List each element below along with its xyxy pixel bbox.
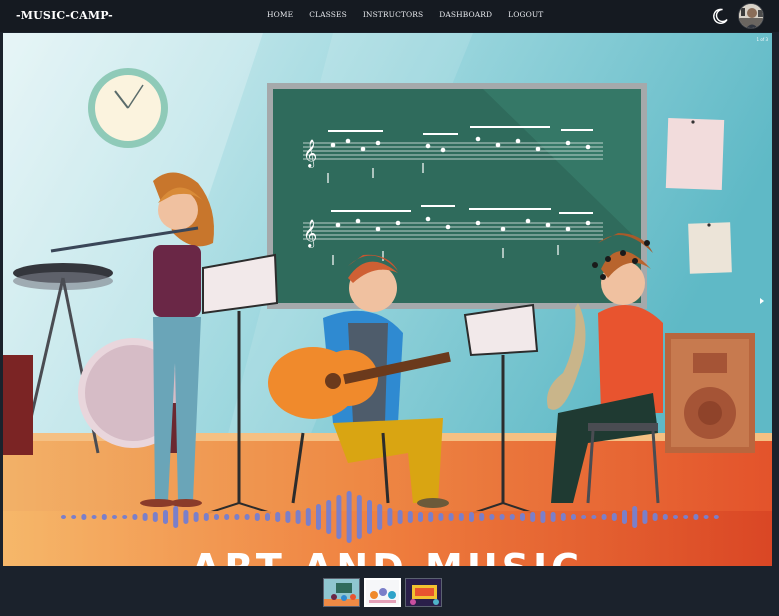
soundwave-bar — [448, 513, 454, 521]
soundwave-bar — [693, 514, 699, 520]
soundwave-bar — [101, 514, 107, 520]
brand-logo[interactable]: -MUSIC-CAMP- — [16, 9, 113, 22]
soundwave-bar — [132, 514, 138, 520]
soundwave-bar — [316, 504, 321, 530]
soundwave-bar — [305, 508, 311, 526]
soundwave-bar — [367, 500, 372, 534]
soundwave-bar — [458, 513, 464, 521]
chevron-right-icon[interactable] — [758, 297, 766, 305]
soundwave-bar — [203, 513, 209, 521]
soundwave-bar — [540, 511, 546, 523]
soundwave-bar — [622, 510, 627, 524]
wall-clock — [88, 68, 168, 148]
nav-logout[interactable]: LOGOUT — [508, 10, 543, 19]
navbar: -MUSIC-CAMP- HOME CLASSES INSTRUCTORS DA… — [0, 0, 779, 32]
soundwave-bar — [377, 504, 383, 530]
soundwave-bar — [499, 514, 505, 520]
soundwave-bar — [713, 515, 719, 519]
user-avatar[interactable] — [738, 3, 764, 29]
soundwave-bar — [356, 495, 362, 539]
sticky-note — [688, 222, 732, 274]
soundwave-bar — [224, 514, 230, 520]
soundwave-bar — [285, 511, 291, 523]
hero-carousel[interactable]: 𝄞 𝄞 1 of 3 — [3, 33, 772, 566]
soundwave-bar — [469, 512, 474, 522]
soundwave-bar — [214, 514, 219, 520]
moon-icon[interactable] — [710, 6, 730, 26]
soundwave-bar — [122, 515, 128, 519]
soundwave-bar — [275, 512, 281, 522]
soundwave-bar — [295, 510, 301, 524]
soundwave-bar — [703, 515, 709, 519]
soundwave-bar — [71, 515, 77, 519]
soundwave-bar — [642, 510, 648, 524]
nav-links: HOME CLASSES INSTRUCTORS DASHBOARD LOGOU… — [267, 10, 559, 19]
soundwave-bar — [163, 510, 168, 524]
soundwave-bar — [407, 511, 413, 523]
soundwave-bar — [193, 512, 199, 522]
music-class-illustration: 𝄞 𝄞 — [3, 33, 772, 566]
chalkboard: 𝄞 𝄞 — [267, 83, 647, 309]
soundwave-bar — [254, 513, 260, 521]
slide-counter: 1 of 3 — [756, 37, 769, 42]
soundwave-bar — [418, 512, 423, 522]
svg-text:𝄞: 𝄞 — [303, 139, 317, 168]
soundwave-bar — [61, 515, 66, 519]
soundwave-bar — [173, 506, 179, 528]
thumbnail-3[interactable] — [405, 578, 442, 607]
soundwave-bar — [397, 510, 403, 524]
soundwave-bar — [479, 513, 485, 521]
soundwave-bar — [326, 500, 332, 534]
soundwave-bar — [652, 513, 658, 521]
soundwave-bar — [550, 512, 556, 522]
nav-dashboard[interactable]: DASHBOARD — [439, 10, 492, 19]
soundwave-bar — [244, 514, 250, 520]
soundwave-bar — [571, 514, 576, 520]
soundwave-bar — [673, 515, 678, 519]
soundwave-bar — [265, 513, 270, 521]
soundwave-bar — [509, 514, 515, 520]
thumbnail-2[interactable] — [364, 578, 401, 607]
soundwave-bar — [520, 513, 525, 521]
soundwave-bar — [387, 508, 393, 526]
soundwave-bar — [581, 515, 587, 519]
thumbnail-strip — [323, 578, 442, 607]
soundwave-bar — [560, 513, 566, 521]
nav-home[interactable]: HOME — [267, 10, 293, 19]
soundwave-bar — [611, 513, 617, 521]
soundwave-bar — [183, 510, 189, 524]
soundwave-bar — [438, 513, 444, 521]
soundwave-bar — [81, 514, 87, 520]
speaker — [665, 333, 755, 453]
nav-instructors[interactable]: INSTRUCTORS — [363, 10, 423, 19]
soundwave-bar — [683, 515, 689, 519]
soundwave-bar — [152, 512, 158, 522]
svg-text:𝄞: 𝄞 — [303, 219, 317, 248]
soundwave-bar — [142, 513, 148, 521]
soundwave-bar — [662, 514, 668, 520]
soundwave-bar — [112, 515, 117, 519]
sticky-note — [665, 118, 725, 190]
soundwave-bar — [601, 514, 607, 520]
thumbnail-1[interactable] — [323, 578, 360, 607]
soundwave-bar — [530, 512, 536, 522]
soundwave-bar — [234, 514, 240, 520]
soundwave-bar — [591, 515, 597, 519]
soundwave-bar — [428, 512, 434, 522]
soundwave-bar — [632, 506, 638, 528]
banner-text: ART AND MUSIC — [191, 546, 583, 566]
soundwave-bar — [91, 515, 97, 519]
soundwave-bar — [336, 495, 342, 539]
soundwave-bar — [346, 491, 352, 543]
nav-classes[interactable]: CLASSES — [309, 10, 347, 19]
soundwave-bar — [489, 514, 495, 520]
